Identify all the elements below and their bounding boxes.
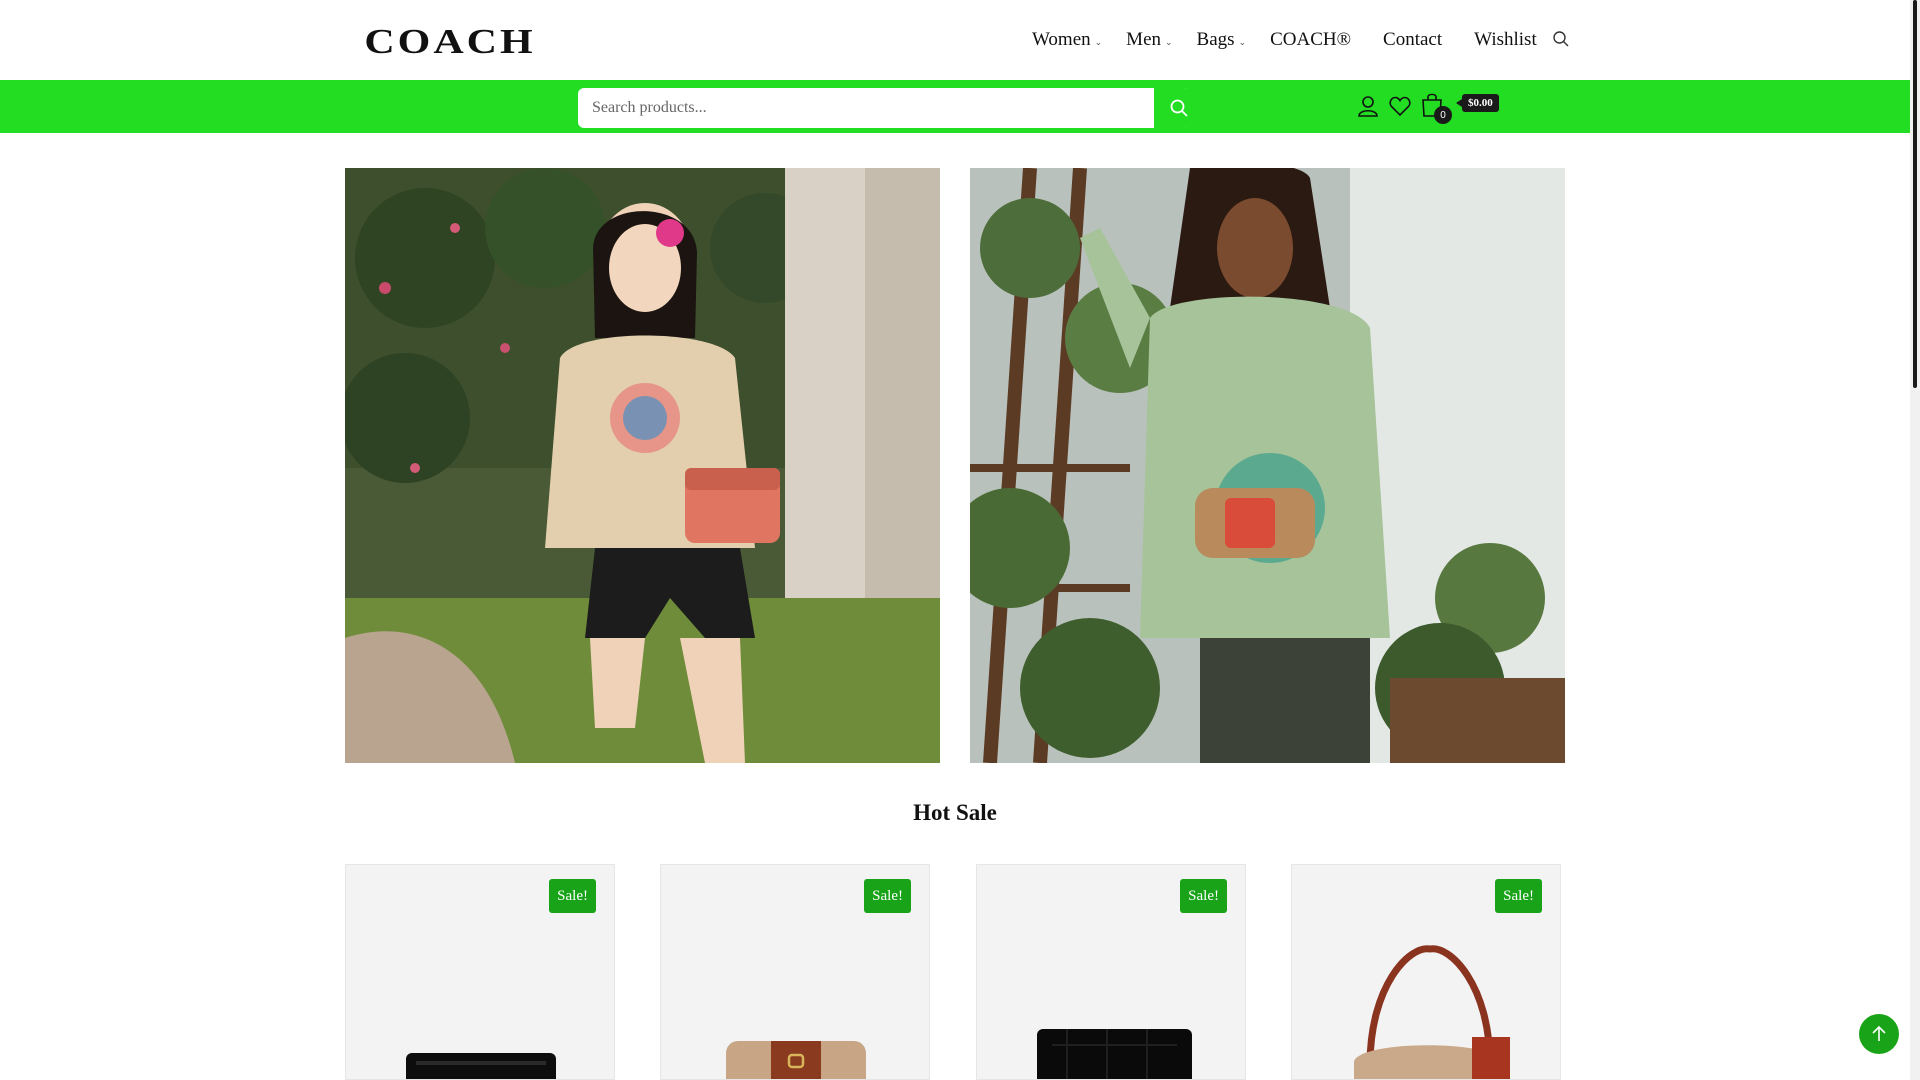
search-input[interactable] (578, 88, 1154, 128)
sale-badge: Sale! (549, 879, 596, 913)
search-button[interactable] (1154, 88, 1204, 128)
coach-logo[interactable]: COACH (328, 20, 572, 56)
arrow-up-icon (1872, 1025, 1886, 1041)
nav-coach-label: COACH® (1270, 29, 1352, 50)
svg-text:COACH: COACH (364, 23, 535, 56)
section-title: Hot Sale (913, 800, 997, 825)
sale-badge: Sale! (1495, 879, 1542, 913)
page-scrollbar[interactable] (1910, 0, 1920, 1080)
cart-total-badge[interactable]: $0.00 (1456, 94, 1499, 112)
nav-women-label: Women (1032, 29, 1091, 50)
cart-count-badge: 0 (1434, 106, 1452, 124)
chevron-down-icon: ⌄ (1094, 36, 1103, 47)
account-icon[interactable] (1356, 94, 1380, 118)
sale-badge: Sale! (1180, 879, 1227, 913)
back-to-top-button[interactable] (1859, 1014, 1899, 1054)
product-card[interactable]: Sale! (660, 864, 930, 1080)
man-with-mickey-belt-bag-photo (970, 168, 1565, 763)
nav-wishlist-label: Wishlist (1474, 29, 1537, 50)
product-card[interactable]: Sale! (1291, 864, 1561, 1080)
nav-men-label: Men (1126, 29, 1161, 50)
product-card[interactable]: Sale! (976, 864, 1246, 1080)
site-header: COACH Women ⌄ Men ⌄ Bags ⌄ COACH® Contac… (0, 0, 1910, 80)
nav-bags[interactable]: Bags ⌄ (1197, 29, 1247, 51)
search-icon[interactable] (1552, 30, 1570, 48)
main-nav: Women ⌄ Men ⌄ Bags ⌄ COACH® Contact Wish… (1032, 24, 1561, 56)
wishlist-heart-icon[interactable] (1388, 94, 1412, 118)
chevron-down-icon: ⌄ (1165, 36, 1173, 47)
nav-women[interactable]: Women ⌄ (1032, 29, 1102, 51)
scrollbar-thumb[interactable] (1913, 0, 1917, 388)
nav-wishlist[interactable]: Wishlist (1474, 29, 1537, 51)
nav-men[interactable]: Men ⌄ (1126, 29, 1172, 51)
nav-bags-label: Bags (1196, 29, 1235, 50)
coach-logo-wordmark: COACH (364, 23, 535, 56)
sale-badge: Sale! (864, 879, 911, 913)
woman-with-mickey-bag-photo (345, 168, 940, 763)
search-icon (1170, 99, 1188, 117)
product-card[interactable]: Sale! (345, 864, 615, 1080)
nav-contact[interactable]: Contact (1383, 29, 1442, 51)
men-banner[interactable] (970, 168, 1565, 763)
product-search (578, 88, 1204, 128)
nav-contact-label: Contact (1383, 29, 1443, 50)
nav-coach[interactable]: COACH® (1270, 29, 1351, 51)
chevron-down-icon: ⌄ (1238, 36, 1247, 47)
women-banner[interactable] (345, 168, 940, 763)
